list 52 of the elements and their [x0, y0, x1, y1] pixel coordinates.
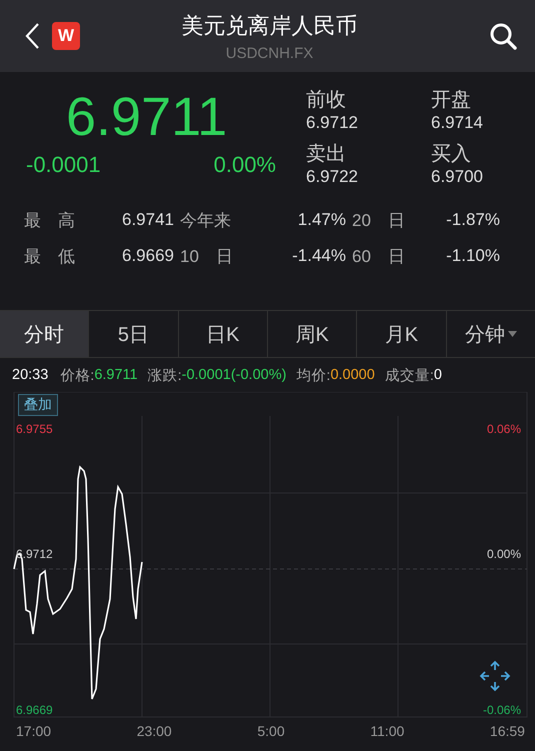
- range-label: 最 高: [23, 210, 76, 232]
- range-label: 最 低: [23, 246, 76, 268]
- move-icon[interactable]: [479, 660, 511, 692]
- range-value: -1.44%: [291, 246, 346, 266]
- stat-label: 开盘: [431, 88, 472, 113]
- stat-label: 前收: [306, 88, 347, 113]
- percent-change: 0.00%: [214, 152, 276, 178]
- axis-label: 6.9712: [16, 547, 53, 561]
- stat-value: 6.9712: [306, 113, 359, 133]
- price-value: 6.9711: [94, 367, 138, 383]
- symbol-code: USDCNH.FX: [226, 44, 314, 62]
- time-axis-label: 11:00: [370, 723, 404, 739]
- axis-label: -0.06%: [482, 703, 521, 717]
- volume-value: 0: [434, 367, 442, 383]
- stat-label: 买入: [431, 142, 472, 167]
- time-axis-label: 5:00: [257, 723, 285, 739]
- current-price: 6.9711: [66, 86, 228, 148]
- range-value: 1.47%: [296, 210, 346, 230]
- range-label: 60 日: [351, 246, 404, 268]
- change-label: 涨跌:: [148, 366, 182, 384]
- range-label: 10 日: [179, 246, 234, 268]
- stat-value: 6.9714: [431, 113, 484, 133]
- overlay-button[interactable]: 叠加: [18, 394, 58, 416]
- search-icon[interactable]: [489, 22, 517, 50]
- axis-label: 6.9669: [16, 703, 53, 717]
- stat-value: 6.9700: [431, 167, 484, 187]
- price-label: 价格:: [60, 366, 94, 384]
- period-tab[interactable]: 分时: [0, 311, 90, 357]
- range-label: 今年来: [179, 210, 232, 232]
- axis-label: 0.00%: [486, 547, 521, 561]
- axis-label: 6.9755: [16, 422, 53, 436]
- back-icon: [24, 22, 40, 50]
- price-change: -0.0001: [26, 152, 101, 178]
- stat-label: 卖出: [306, 142, 347, 167]
- volume-label: 成交量:: [384, 366, 434, 384]
- back-button[interactable]: [24, 22, 40, 50]
- range-value: -1.10%: [445, 246, 500, 266]
- axis-label: 0.06%: [486, 422, 521, 436]
- time-axis-label: 23:00: [136, 723, 172, 739]
- page-title: 美元兑离岸人民币: [182, 12, 358, 40]
- average-value: 0.0000: [330, 367, 375, 383]
- range-value: 6.9741: [121, 210, 174, 230]
- time-text: 20:33: [12, 367, 48, 383]
- range-value: -1.87%: [445, 210, 500, 230]
- range-value: 6.9669: [121, 246, 174, 266]
- time-axis-label: 17:00: [16, 723, 52, 739]
- time-axis-label: 16:59: [490, 723, 525, 739]
- stat-value: 6.9722: [306, 167, 359, 187]
- range-label: 20 日: [351, 210, 404, 232]
- change-value: -0.0001(-0.00%): [182, 367, 286, 383]
- average-label: 均价:: [296, 366, 330, 384]
- app-logo[interactable]: W: [52, 22, 80, 50]
